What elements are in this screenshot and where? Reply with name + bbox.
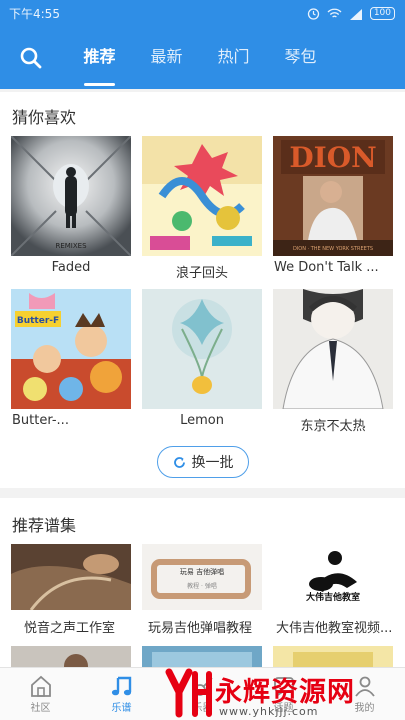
svg-text:玩易 吉他弹唱: 玩易 吉他弹唱 (180, 567, 224, 576)
cover-dongjing[interactable] (273, 289, 393, 409)
song-title: 浪子回头 (175, 266, 228, 281)
home-icon (30, 675, 51, 697)
collection-thumb-yueyin[interactable] (11, 544, 131, 610)
song-title: We Don't Talk ... (274, 260, 379, 275)
battery-indicator: 100 (369, 7, 395, 20)
guess-you-like-section: 猜你喜欢 REMIXES Faded 浪子回头 DION DION · THE … (0, 92, 405, 488)
refresh-button[interactable]: 换一批 (157, 446, 249, 478)
svg-text:Butter-F: Butter-F (17, 316, 59, 326)
cover-butterfly[interactable]: Butter-F (11, 289, 131, 409)
nav-label: 乐器 (192, 702, 213, 714)
cover-langzihuitou[interactable] (142, 136, 262, 256)
wifi-icon (327, 8, 342, 18)
svg-text:教程 · 弹唱: 教程 · 弹唱 (187, 582, 217, 590)
collection-thumb-dawei[interactable]: 大伟吉他教室 (273, 544, 393, 610)
tab-bar: 推荐 最新 热门 琴包 (66, 27, 334, 89)
song-title: Lemon (180, 413, 224, 428)
svg-text:大伟吉他教室: 大伟吉他教室 (306, 591, 360, 603)
collection-thumb-next[interactable] (11, 646, 131, 668)
song-title: Butter-... (12, 413, 69, 428)
svg-text:DION · THE NEW YORK STREETS: DION · THE NEW YORK STREETS (293, 246, 373, 252)
bottom-navigation: 社区 乐谱 乐器 话题 我的 (0, 667, 405, 720)
alarm-icon (307, 8, 319, 20)
nav-label: 话题 (273, 702, 294, 714)
topic-icon (273, 676, 294, 697)
tab-recommend[interactable]: 推荐 (66, 27, 133, 89)
refresh-label: 换一批 (191, 455, 234, 471)
nav-community[interactable]: 社区 (0, 668, 81, 720)
collection-thumb-next[interactable] (273, 646, 393, 668)
collection-title: 玩易吉他弹唱教程 (148, 621, 253, 636)
top-app-bar: 下午4:55 100 推荐 最新 热门 琴包 (0, 0, 405, 89)
status-time: 下午4:55 (9, 7, 60, 21)
section-title: 猜你喜欢 (12, 108, 77, 127)
refresh-icon (173, 456, 185, 468)
nav-bar: 推荐 最新 热门 琴包 (0, 27, 405, 89)
collection-thumb-next[interactable] (142, 646, 262, 668)
nav-instruments[interactable]: 乐器 (162, 668, 243, 720)
collection-title: 悦音之声工作室 (24, 621, 116, 636)
music-note-icon (111, 676, 131, 695)
guitar-icon (193, 676, 213, 696)
song-title: Faded (51, 260, 91, 275)
collection-thumb-wanyi[interactable]: 玩易 吉他弹唱 教程 · 弹唱 (142, 544, 262, 610)
cover-faded[interactable]: REMIXES (11, 136, 131, 256)
svg-text:REMIXES: REMIXES (55, 242, 87, 250)
tab-hot[interactable]: 热门 (200, 27, 267, 89)
signal-icon (349, 8, 362, 20)
cover-lemon[interactable] (142, 289, 262, 409)
nav-label: 我的 (354, 702, 375, 714)
cover-we-dont-talk[interactable]: DION DION · THE NEW YORK STREETS (273, 136, 393, 256)
svg-text:DION: DION (289, 141, 376, 174)
status-bar: 下午4:55 100 (0, 0, 405, 27)
nav-me[interactable]: 我的 (324, 668, 405, 720)
song-title: 东京不太热 (300, 419, 366, 434)
nav-label: 社区 (30, 702, 51, 714)
nav-label: 乐谱 (111, 702, 132, 714)
section-title: 推荐谱集 (12, 516, 77, 535)
search-icon[interactable] (0, 27, 62, 89)
recommended-collections-section: 推荐谱集 悦音之声工作室 玩易 吉他弹唱 教程 · 弹唱 玩易吉他弹唱教程 大伟… (0, 498, 405, 668)
nav-topics[interactable]: 话题 (243, 668, 324, 720)
collection-title: 大伟吉他教室视频... (276, 621, 393, 636)
nav-sheet-music[interactable]: 乐谱 (81, 668, 162, 720)
status-icons: 100 (307, 7, 395, 20)
profile-icon (354, 676, 375, 697)
tab-instrument-pack[interactable]: 琴包 (267, 27, 334, 89)
tab-latest[interactable]: 最新 (133, 27, 200, 89)
